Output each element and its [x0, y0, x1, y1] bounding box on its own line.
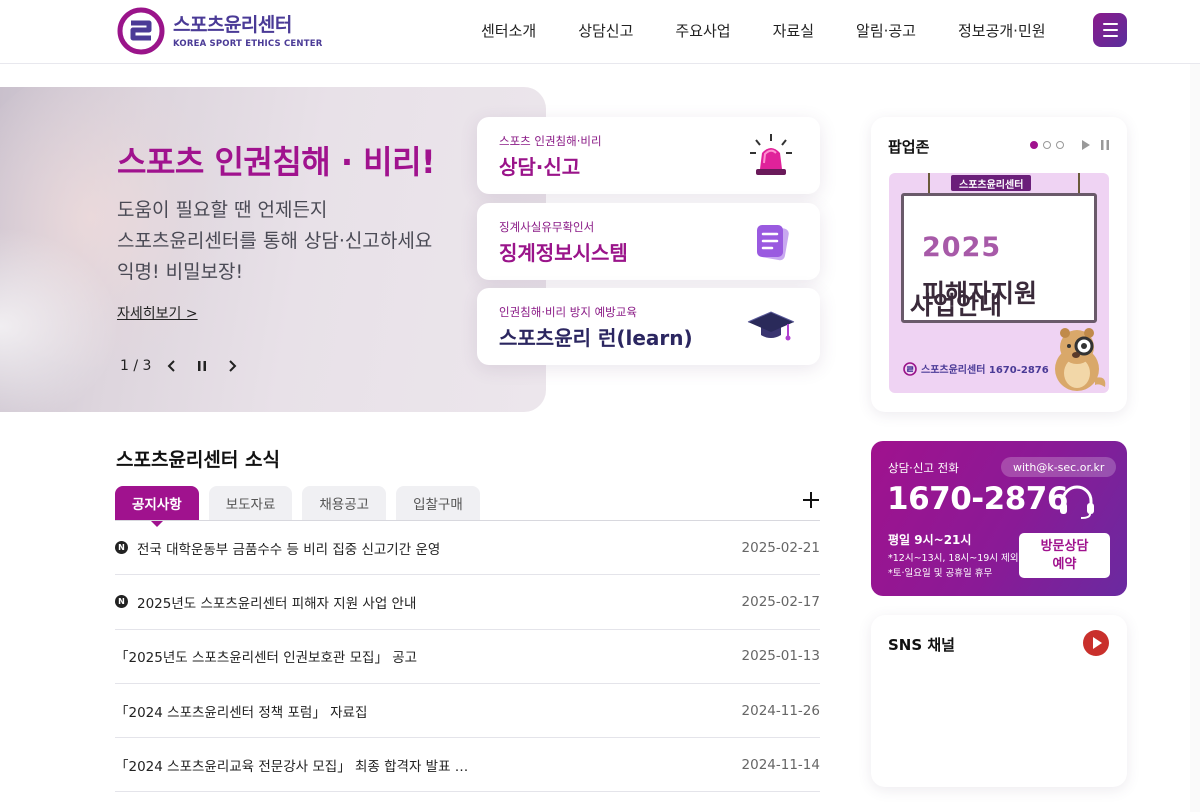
- siren-icon: [750, 134, 792, 175]
- news-item-title: 「2024 스포츠윤리센터 정책 포럼」 자료집: [115, 704, 368, 721]
- news-item-title: 2025년도 스포츠윤리센터 피해자 지원 사업 안내: [137, 595, 417, 612]
- popup-line2: 사업안내: [910, 291, 1003, 320]
- popup-year: 2025: [922, 232, 1002, 263]
- news-item-title: 전국 대학운동부 금품수수 등 비리 집중 신고기간 운영: [137, 541, 441, 558]
- new-badge-icon: N: [115, 541, 128, 555]
- popup-footer-text: 스포츠윤리센터 1670-2876: [921, 365, 1049, 376]
- pause-icon[interactable]: [1100, 139, 1110, 151]
- hero-pager: 1 / 3: [120, 358, 152, 374]
- news-item-date: 2025-01-13: [741, 648, 820, 665]
- mascot-icon: [1055, 328, 1106, 391]
- pagination-dot[interactable]: [1043, 141, 1051, 149]
- hero-slider-controls: 1 / 3: [120, 357, 241, 375]
- hotline-number[interactable]: 1670-2876: [887, 481, 1068, 517]
- hotline-email[interactable]: with@k-sec.or.kr: [1001, 457, 1117, 477]
- news-item[interactable]: N 전국 대학운동부 금품수수 등 비리 집중 신고기간 운영 2025-02-…: [115, 521, 820, 576]
- hero-desc-line: 도움이 필요할 땐 언제든지: [117, 199, 328, 221]
- news-item[interactable]: N 2025년도 스포츠윤리센터 피해자 지원 사업 안내 2025-02-17: [115, 575, 820, 630]
- new-badge-icon: N: [115, 595, 128, 609]
- hero-banner: 스포츠 인권침해 · 비리! 도움이 필요할 땐 언제든지 스포츠윤리센터를 통…: [0, 87, 546, 412]
- hamburger-menu-button[interactable]: [1093, 13, 1127, 47]
- popup-zone-title: 팝업존: [888, 138, 930, 156]
- nav-item-archive[interactable]: 자료실: [773, 20, 814, 41]
- hotline-note: *토·일요일 및 공휴일 휴무: [888, 568, 993, 579]
- quick-card-report[interactable]: 스포츠 인권침해·비리 상담·신고: [477, 117, 820, 194]
- news-item[interactable]: 「2025년도 스포츠윤리센터 인권보호관 모집」 공고 2025-01-13: [115, 630, 820, 684]
- popup-banner[interactable]: 2025 피해자지원 스포츠윤리센터 사업안내 스포츠윤리센터 1670-287…: [889, 173, 1109, 393]
- visit-button-line: 예약: [1052, 556, 1077, 572]
- hero-title: 스포츠 인권침해 · 비리!: [117, 143, 436, 181]
- nav-item-about[interactable]: 센터소개: [481, 20, 536, 41]
- popup-pagination: [1030, 141, 1064, 149]
- popup-board-tag: 스포츠윤리센터: [951, 175, 1032, 191]
- hotline-note: *12시~13시, 18시~19시 제외: [888, 553, 1019, 564]
- tab-bidding[interactable]: 입찰구매: [396, 486, 480, 520]
- nav-item-report[interactable]: 상담신고: [578, 20, 633, 41]
- quick-card-sub: 인권침해·비리 방지 예방교육: [499, 305, 637, 319]
- hotline-card: 상담·신고 전화 with@k-sec.or.kr 1670-2876 평일 9…: [871, 441, 1127, 596]
- hotline-label: 상담·신고 전화: [888, 461, 959, 475]
- hero-desc-line: 스포츠윤리센터를 통해 상담·신고하세요: [117, 230, 433, 252]
- sns-title: SNS 채널: [888, 636, 955, 654]
- popup-zone: 팝업존 2025 피해자지원 스포츠윤리센터 사업안내 스포츠윤리센터 1670…: [871, 117, 1127, 412]
- news-item-title: 「2024 스포츠윤리교육 전문강사 모집」 최종 합격자 발표 …: [115, 758, 469, 775]
- logo-title: 스포츠윤리센터: [173, 13, 292, 36]
- news-item-title: 「2025년도 스포츠윤리센터 인권보호관 모집」 공고: [115, 650, 418, 667]
- next-slide-button[interactable]: [223, 357, 241, 375]
- pause-slide-button[interactable]: [193, 357, 211, 375]
- hero-description: 도움이 필요할 땐 언제든지 스포츠윤리센터를 통해 상담·신고하세요 익명! …: [117, 195, 432, 288]
- visit-button-line: 방문상담: [1040, 538, 1089, 554]
- page-scrollbar[interactable]: [1190, 64, 1200, 812]
- news-section-title: 스포츠윤리센터 소식: [116, 449, 280, 471]
- popup-controls: [1081, 139, 1110, 151]
- tab-notice[interactable]: 공지사항: [115, 486, 199, 527]
- news-tabs: 공지사항 보도자료 채용공고 입찰구매: [115, 486, 480, 527]
- quick-card-discipline[interactable]: 징계사실유무확인서 징계정보시스템: [477, 203, 820, 280]
- hotline-hours: 평일 9시~21시: [888, 533, 972, 547]
- tab-recruit[interactable]: 채용공고: [302, 486, 387, 520]
- quick-card-education[interactable]: 인권침해·비리 방지 예방교육 스포츠윤리 런(learn): [477, 288, 820, 365]
- hamburger-icon: [1102, 23, 1118, 25]
- logo-mark-icon: [903, 361, 917, 376]
- site-header: 스포츠윤리센터 KOREA SPORT ETHICS CENTER 센터소개 상…: [0, 0, 1200, 64]
- prev-slide-button[interactable]: [163, 357, 181, 375]
- graduation-cap-icon: [747, 311, 795, 341]
- news-list: N 전국 대학운동부 금품수수 등 비리 집중 신고기간 운영 2025-02-…: [115, 521, 820, 793]
- logo-subtitle: KOREA SPORT ETHICS CENTER: [173, 38, 323, 49]
- main-nav: 센터소개 상담신고 주요사업 자료실 알림·공고 정보공개·민원: [460, 0, 1067, 60]
- news-item-date: 2025-02-17: [741, 593, 820, 610]
- nav-item-disclosure[interactable]: 정보공개·민원: [958, 20, 1046, 41]
- news-item-date: 2024-11-26: [741, 702, 820, 719]
- news-item-date: 2024-11-14: [741, 756, 820, 773]
- news-item[interactable]: 「2024 스포츠윤리센터 정책 포럼」 자료집 2024-11-26: [115, 684, 820, 739]
- headset-icon: [1060, 485, 1094, 519]
- quick-card-title: 징계정보시스템: [499, 241, 628, 265]
- pagination-dot[interactable]: [1030, 141, 1038, 149]
- chevron-left-icon: [168, 360, 176, 372]
- play-icon[interactable]: [1081, 139, 1091, 151]
- site-logo[interactable]: 스포츠윤리센터 KOREA SPORT ETHICS CENTER: [117, 7, 322, 55]
- quick-card-title: 스포츠윤리 런(learn): [499, 326, 693, 350]
- pagination-dot[interactable]: [1056, 141, 1064, 149]
- hero-more-link[interactable]: 자세히보기 >: [117, 303, 198, 323]
- youtube-play-icon[interactable]: [1083, 630, 1109, 656]
- quick-card-sub: 징계사실유무확인서: [499, 220, 595, 234]
- nav-item-business[interactable]: 주요사업: [675, 20, 730, 41]
- news-item-date: 2025-02-21: [741, 539, 820, 556]
- visit-reservation-button[interactable]: 방문상담 예약: [1019, 533, 1110, 578]
- sns-channel-card: SNS 채널: [871, 615, 1127, 787]
- more-plus-button[interactable]: [800, 488, 824, 512]
- popup-footer: 스포츠윤리센터 1670-2876: [903, 361, 1049, 376]
- hero-desc-line: 익명! 비밀보장!: [117, 261, 244, 283]
- tab-press[interactable]: 보도자료: [208, 486, 293, 520]
- quick-card-title: 상담·신고: [499, 155, 581, 179]
- pause-icon: [198, 361, 207, 371]
- document-icon: [757, 225, 789, 261]
- logo-mark-icon: [117, 7, 165, 55]
- chevron-right-icon: [229, 360, 237, 372]
- news-item[interactable]: 「2024 스포츠윤리교육 전문강사 모집」 최종 합격자 발표 … 2024-…: [115, 738, 820, 793]
- quick-card-sub: 스포츠 인권침해·비리: [499, 134, 602, 148]
- nav-item-notice[interactable]: 알림·공고: [856, 20, 916, 41]
